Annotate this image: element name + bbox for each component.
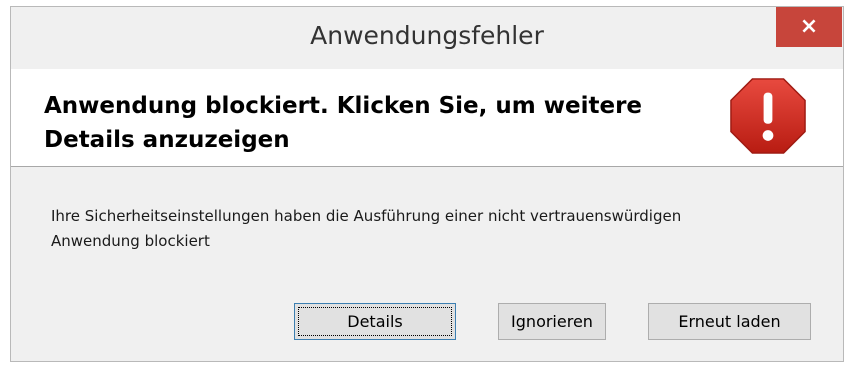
details-button-label: Details	[347, 312, 403, 331]
details-button[interactable]: Details	[294, 303, 456, 340]
title-bar[interactable]: Anwendungsfehler ×	[11, 7, 843, 69]
error-stop-sign-icon	[730, 78, 806, 154]
error-dialog: Anwendungsfehler × Anwendung blockiert. …	[10, 6, 844, 362]
error-headline[interactable]: Anwendung blockiert. Klicken Sie, um wei…	[44, 89, 704, 157]
ignore-button-label: Ignorieren	[511, 312, 593, 331]
ignore-button[interactable]: Ignorieren	[498, 303, 606, 340]
close-button[interactable]: ×	[776, 7, 842, 47]
window-title: Anwendungsfehler	[310, 21, 544, 50]
header-panel: Anwendung blockiert. Klicken Sie, um wei…	[11, 69, 843, 167]
reload-button[interactable]: Erneut laden	[648, 303, 811, 340]
error-message: Ihre Sicherheitseinstellungen haben die …	[51, 207, 682, 250]
reload-button-label: Erneut laden	[678, 312, 781, 331]
close-icon: ×	[799, 14, 819, 39]
